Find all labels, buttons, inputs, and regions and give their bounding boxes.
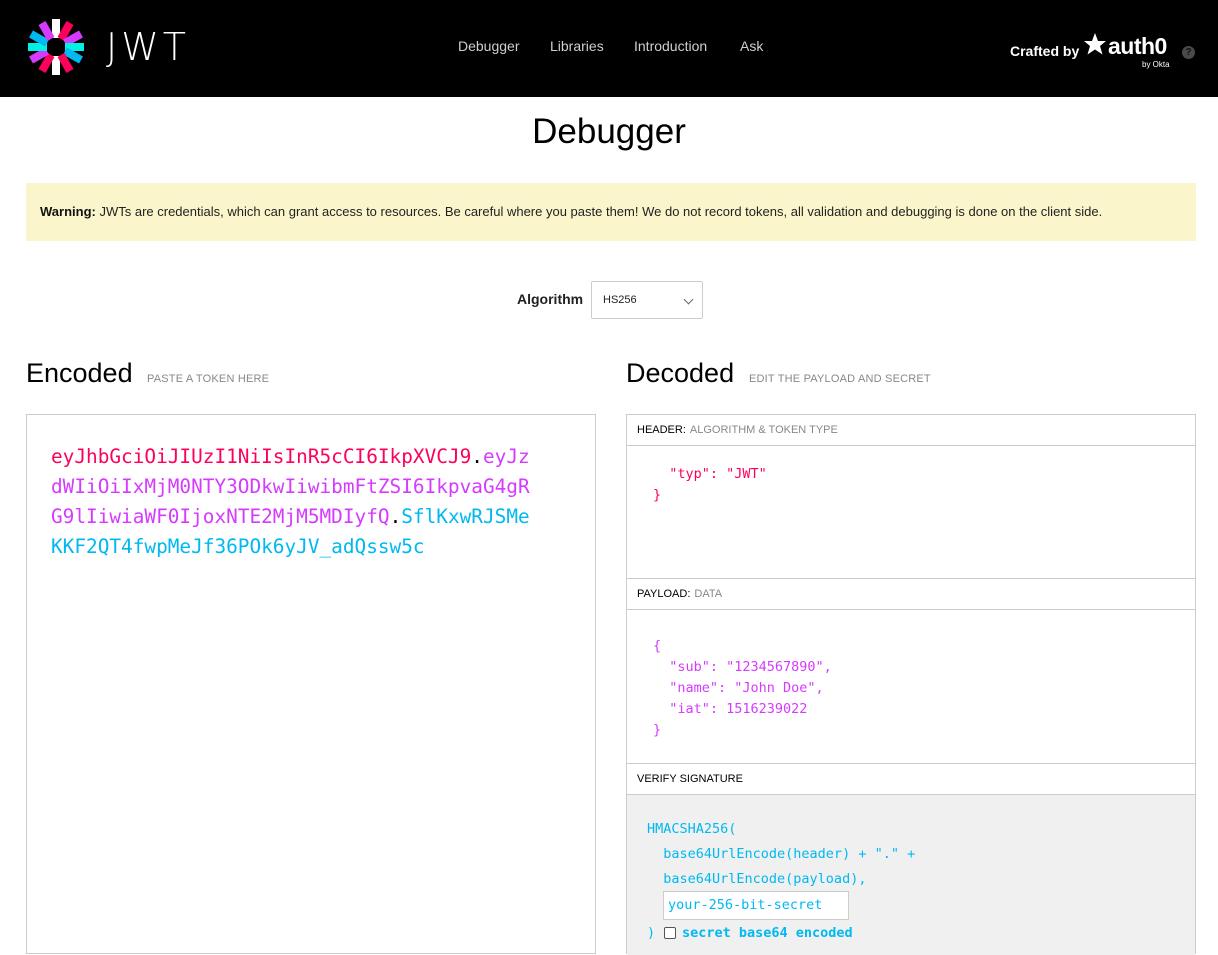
nav-libraries[interactable]: Libraries (550, 38, 604, 54)
algorithm-select[interactable]: HS256 (591, 281, 703, 319)
secret-base64-label[interactable]: secret base64 encoded (682, 925, 853, 941)
decoded-panel: HEADER: ALGORITHM & TOKEN TYPE "typ": "JW… (626, 414, 1196, 955)
top-navbar: JWT Debugger Libraries Introduction Ask … (0, 0, 1218, 97)
algorithm-label: Algorithm (517, 291, 584, 307)
auth0-wordmark: auth0 (1108, 33, 1167, 59)
decoded-title: Decoded (626, 358, 735, 388)
page-title: Debugger (532, 112, 686, 151)
auth0-logo[interactable]: auth0 by Okta (1083, 32, 1175, 72)
nav-introduction[interactable]: Introduction (634, 38, 707, 54)
token-header-part: eyJhbGciOiJIUzI1NiIsInR5cCI6IkpXVCJ9 (51, 445, 472, 468)
signature-close-paren: ) (647, 925, 656, 941)
encoded-title: Encoded (26, 358, 133, 388)
encoded-subtitle: PASTE A TOKEN HERE (147, 373, 270, 385)
signature-section-title: VERIFY SIGNATURE (627, 763, 1195, 795)
secret-base64-checkbox[interactable] (664, 927, 676, 939)
header-section-sub: ALGORITHM & TOKEN TYPE (689, 424, 838, 436)
crafted-by-label: Crafted by (1010, 43, 1080, 59)
nav-debugger[interactable]: Debugger (458, 38, 520, 54)
nav-ask[interactable]: Ask (740, 38, 763, 54)
algorithm-selected-value: HS256 (603, 294, 637, 306)
by-okta-label: by Okta (1142, 60, 1170, 69)
warning-banner: Warning: JWTs are credentials, which can… (26, 183, 1196, 241)
payload-section-sub: DATA (694, 588, 723, 600)
secret-input[interactable]: your-256-bit-secret (663, 891, 849, 920)
payload-json-editor[interactable]: { "sub": "1234567890", "name": "John Doe… (653, 636, 832, 741)
header-section-label: HEADER: (637, 424, 686, 436)
header-section-title: HEADER: ALGORITHM & TOKEN TYPE (627, 415, 1195, 446)
warning-label: Warning: (40, 204, 96, 219)
payload-section-title: PAYLOAD: DATA (627, 578, 1195, 610)
chevron-down-icon (683, 294, 694, 305)
token-dot: . (389, 505, 402, 528)
signature-area: HMACSHA256( base64UrlEncode(header) + ".… (627, 795, 1195, 955)
help-icon[interactable]: ? (1182, 46, 1195, 59)
warning-text: JWTs are credentials, which can grant ac… (95, 204, 1103, 219)
encoded-token-text[interactable]: eyJhbGciOiJIUzI1NiIsInR5cCI6IkpXVCJ9.eyJ… (51, 442, 531, 562)
payload-section-label: PAYLOAD: (637, 588, 691, 600)
signature-formula: HMACSHA256( base64UrlEncode(header) + ".… (647, 821, 916, 887)
encoded-token-editor[interactable]: eyJhbGciOiJIUzI1NiIsInR5cCI6IkpXVCJ9.eyJ… (26, 414, 596, 954)
token-dot: . (471, 445, 483, 468)
auth0-star-icon (1084, 33, 1106, 55)
decoded-subtitle: EDIT THE PAYLOAD AND SECRET (749, 373, 931, 385)
signature-section-label: VERIFY SIGNATURE (637, 773, 743, 785)
header-json-editor[interactable]: "typ": "JWT" } (653, 464, 767, 506)
